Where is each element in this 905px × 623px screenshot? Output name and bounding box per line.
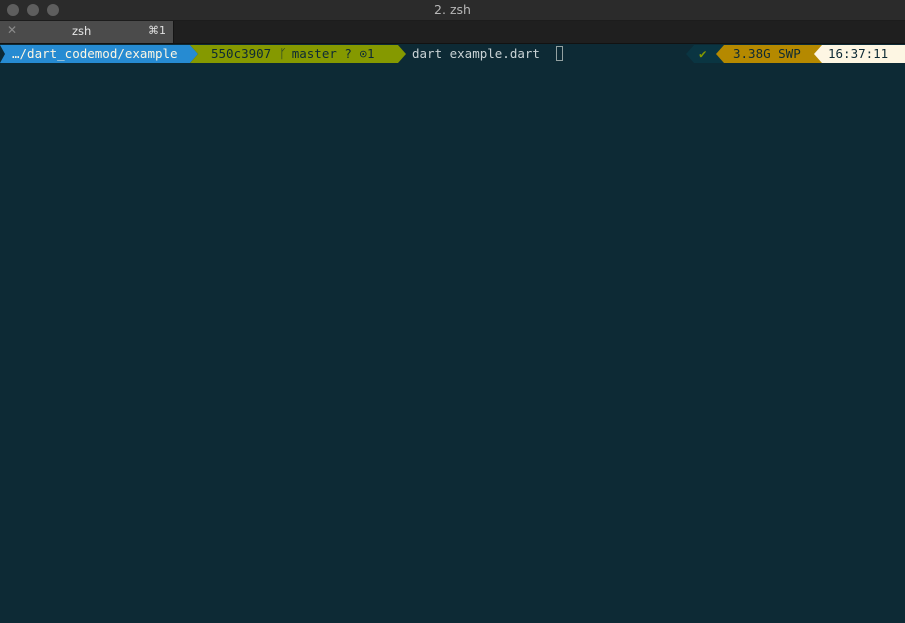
- prompt-swap-segment: 3.38G SWP: [716, 45, 828, 63]
- prompt-commit: 550c3907: [211, 46, 272, 61]
- window-title: 2. zsh: [434, 2, 471, 17]
- prompt-untracked: ?: [344, 46, 352, 61]
- prompt-branch: master: [291, 46, 337, 61]
- prompt-time: 16:37:11: [828, 46, 889, 61]
- prompt-git-segment: 550c3907 ᚴ master ? ⊙1: [198, 45, 406, 63]
- tab-zsh[interactable]: ✕ zsh ⌘1: [0, 21, 174, 43]
- command-input[interactable]: dart example.dart: [412, 45, 540, 63]
- tab-label: zsh: [72, 24, 92, 38]
- tab-shortcut: ⌘1: [148, 24, 166, 37]
- terminal-cursor: [556, 46, 563, 61]
- prompt-directory: …/dart_codemod/example: [12, 46, 178, 61]
- prompt-time-segment: 16:37:11: [814, 45, 905, 63]
- title-bar: 2. zsh: [0, 0, 905, 21]
- tab-bar: ✕ zsh ⌘1: [0, 21, 905, 44]
- checkmark-icon: ✔: [699, 46, 707, 61]
- terminal-window: 2. zsh ✕ zsh ⌘1 …/dart_codemod/example 5…: [0, 0, 905, 623]
- close-icon[interactable]: ✕: [7, 23, 17, 37]
- shell-prompt-line[interactable]: …/dart_codemod/example 550c3907 ᚴ master ?…: [0, 45, 905, 63]
- git-branch-icon: ᚴ: [279, 46, 287, 61]
- prompt-directory-segment: …/dart_codemod/example: [0, 45, 198, 63]
- prompt-swap: 3.38G SWP: [733, 46, 801, 61]
- prompt-stash: ⊙1: [359, 46, 375, 61]
